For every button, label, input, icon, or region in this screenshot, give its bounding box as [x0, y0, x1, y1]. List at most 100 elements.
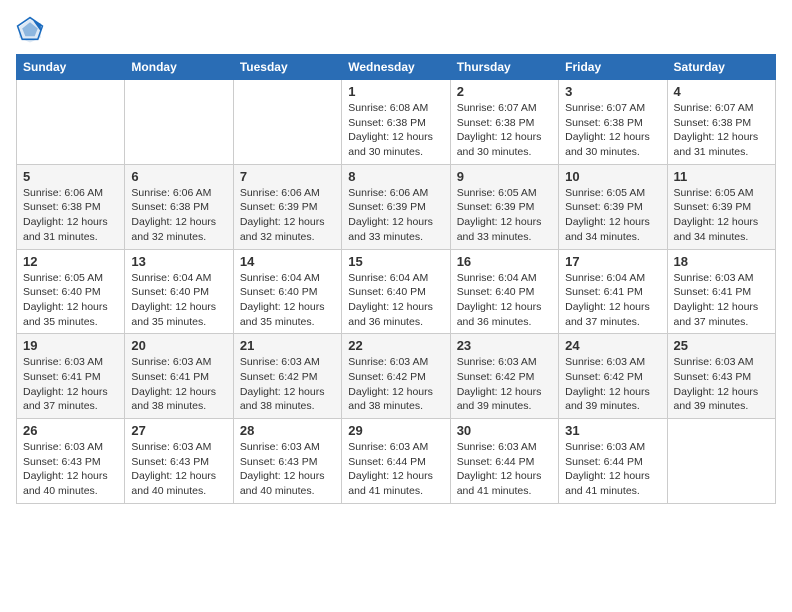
- calendar-cell: 6 Sunrise: 6:06 AMSunset: 6:38 PMDaylight…: [125, 164, 233, 249]
- day-info: Sunrise: 6:03 AMSunset: 6:42 PMDaylight:…: [240, 355, 335, 414]
- calendar-cell: [17, 80, 125, 165]
- day-info: Sunrise: 6:05 AMSunset: 6:39 PMDaylight:…: [674, 186, 769, 245]
- day-info: Sunrise: 6:03 AMSunset: 6:43 PMDaylight:…: [674, 355, 769, 414]
- calendar-cell: 29Sunrise: 6:03 AMSunset: 6:44 PMDayligh…: [342, 419, 450, 504]
- calendar-cell: 31 Sunrise: 6:03 AMSunset: 6:44 PMDayligh…: [559, 419, 667, 504]
- calendar-cell: [233, 80, 341, 165]
- day-number: 17: [565, 254, 660, 269]
- calendar-cell: 21 Sunrise: 6:03 AMSunset: 6:42 PMDayligh…: [233, 334, 341, 419]
- weekday-header-wednesday: Wednesday: [342, 55, 450, 80]
- day-number: 22: [348, 338, 443, 353]
- weekday-header-saturday: Saturday: [667, 55, 775, 80]
- day-info: Sunrise: 6:04 AMSunset: 6:40 PMDaylight:…: [457, 271, 552, 330]
- day-number: 25: [674, 338, 769, 353]
- calendar-cell: 22 Sunrise: 6:03 AMSunset: 6:42 PMDayligh…: [342, 334, 450, 419]
- day-info: Sunrise: 6:04 AMSunset: 6:40 PMDaylight:…: [240, 271, 335, 330]
- calendar-cell: 28Sunrise: 6:03 AMSunset: 6:43 PMDayligh…: [233, 419, 341, 504]
- calendar-cell: 11 Sunrise: 6:05 AMSunset: 6:39 PMDayligh…: [667, 164, 775, 249]
- calendar-cell: 25 Sunrise: 6:03 AMSunset: 6:43 PMDayligh…: [667, 334, 775, 419]
- weekday-header-friday: Friday: [559, 55, 667, 80]
- day-number: 18: [674, 254, 769, 269]
- calendar-cell: 23 Sunrise: 6:03 AMSunset: 6:42 PMDayligh…: [450, 334, 558, 419]
- page-header: [16, 16, 776, 44]
- day-info: Sunrise: 6:03 AMSunset: 6:42 PMDaylight:…: [348, 355, 443, 414]
- calendar-cell: 13Sunrise: 6:04 AMSunset: 6:40 PMDayligh…: [125, 249, 233, 334]
- day-number: 14: [240, 254, 335, 269]
- day-number: 13: [131, 254, 226, 269]
- calendar-cell: [667, 419, 775, 504]
- calendar-cell: 2 Sunrise: 6:07 AMSunset: 6:38 PMDaylight…: [450, 80, 558, 165]
- calendar-cell: 8 Sunrise: 6:06 AMSunset: 6:39 PMDaylight…: [342, 164, 450, 249]
- calendar-cell: 30 Sunrise: 6:03 AMSunset: 6:44 PMDayligh…: [450, 419, 558, 504]
- day-info: Sunrise: 6:06 AMSunset: 6:38 PMDaylight:…: [23, 186, 118, 245]
- day-number: 30: [457, 423, 552, 438]
- calendar-cell: 4 Sunrise: 6:07 AMSunset: 6:38 PMDaylight…: [667, 80, 775, 165]
- day-number: 21: [240, 338, 335, 353]
- day-info: Sunrise: 6:04 AMSunset: 6:40 PMDaylight:…: [348, 271, 443, 330]
- calendar-cell: 19 Sunrise: 6:03 AMSunset: 6:41 PMDayligh…: [17, 334, 125, 419]
- calendar-cell: 5 Sunrise: 6:06 AMSunset: 6:38 PMDaylight…: [17, 164, 125, 249]
- day-number: 6: [131, 169, 226, 184]
- day-info: Sunrise: 6:04 AMSunset: 6:41 PMDaylight:…: [565, 271, 660, 330]
- day-number: 4: [674, 84, 769, 99]
- day-info: Sunrise: 6:03 AMSunset: 6:44 PMDaylight:…: [457, 440, 552, 499]
- day-info: Sunrise: 6:03 AMSunset: 6:43 PMDaylight:…: [240, 440, 335, 499]
- logo-icon: [16, 16, 44, 44]
- day-number: 8: [348, 169, 443, 184]
- day-info: Sunrise: 6:03 AMSunset: 6:41 PMDaylight:…: [23, 355, 118, 414]
- calendar-cell: 10 Sunrise: 6:05 AMSunset: 6:39 PMDayligh…: [559, 164, 667, 249]
- calendar-cell: 1 Sunrise: 6:08 AMSunset: 6:38 PMDaylight…: [342, 80, 450, 165]
- weekday-header-thursday: Thursday: [450, 55, 558, 80]
- weekday-header-row: SundayMondayTuesdayWednesdayThursdayFrid…: [17, 55, 776, 80]
- calendar-cell: 27Sunrise: 6:03 AMSunset: 6:43 PMDayligh…: [125, 419, 233, 504]
- day-info: Sunrise: 6:03 AMSunset: 6:42 PMDaylight:…: [457, 355, 552, 414]
- calendar-header: SundayMondayTuesdayWednesdayThursdayFrid…: [17, 55, 776, 80]
- day-number: 10: [565, 169, 660, 184]
- day-info: Sunrise: 6:06 AMSunset: 6:39 PMDaylight:…: [348, 186, 443, 245]
- calendar-cell: 17 Sunrise: 6:04 AMSunset: 6:41 PMDayligh…: [559, 249, 667, 334]
- day-info: Sunrise: 6:03 AMSunset: 6:42 PMDaylight:…: [565, 355, 660, 414]
- day-info: Sunrise: 6:03 AMSunset: 6:44 PMDaylight:…: [348, 440, 443, 499]
- day-info: Sunrise: 6:05 AMSunset: 6:39 PMDaylight:…: [565, 186, 660, 245]
- day-number: 1: [348, 84, 443, 99]
- calendar-cell: 15 Sunrise: 6:04 AMSunset: 6:40 PMDayligh…: [342, 249, 450, 334]
- day-number: 31: [565, 423, 660, 438]
- calendar-cell: [125, 80, 233, 165]
- calendar-cell: 24 Sunrise: 6:03 AMSunset: 6:42 PMDayligh…: [559, 334, 667, 419]
- calendar-cell: 16Sunrise: 6:04 AMSunset: 6:40 PMDayligh…: [450, 249, 558, 334]
- weekday-header-sunday: Sunday: [17, 55, 125, 80]
- day-number: 15: [348, 254, 443, 269]
- calendar-week-row: 26 Sunrise: 6:03 AMSunset: 6:43 PMDayligh…: [17, 419, 776, 504]
- logo: [16, 16, 48, 44]
- weekday-header-monday: Monday: [125, 55, 233, 80]
- day-info: Sunrise: 6:07 AMSunset: 6:38 PMDaylight:…: [565, 101, 660, 160]
- day-number: 24: [565, 338, 660, 353]
- day-info: Sunrise: 6:03 AMSunset: 6:41 PMDaylight:…: [131, 355, 226, 414]
- day-info: Sunrise: 6:07 AMSunset: 6:38 PMDaylight:…: [674, 101, 769, 160]
- calendar-cell: 3Sunrise: 6:07 AMSunset: 6:38 PMDaylight…: [559, 80, 667, 165]
- day-info: Sunrise: 6:06 AMSunset: 6:39 PMDaylight:…: [240, 186, 335, 245]
- day-number: 2: [457, 84, 552, 99]
- calendar-week-row: 12 Sunrise: 6:05 AMSunset: 6:40 PMDayligh…: [17, 249, 776, 334]
- calendar-table: SundayMondayTuesdayWednesdayThursdayFrid…: [16, 54, 776, 504]
- day-number: 11: [674, 169, 769, 184]
- day-info: Sunrise: 6:07 AMSunset: 6:38 PMDaylight:…: [457, 101, 552, 160]
- calendar-cell: 12 Sunrise: 6:05 AMSunset: 6:40 PMDayligh…: [17, 249, 125, 334]
- day-number: 19: [23, 338, 118, 353]
- day-info: Sunrise: 6:08 AMSunset: 6:38 PMDaylight:…: [348, 101, 443, 160]
- day-number: 27: [131, 423, 226, 438]
- day-info: Sunrise: 6:06 AMSunset: 6:38 PMDaylight:…: [131, 186, 226, 245]
- day-number: 12: [23, 254, 118, 269]
- day-info: Sunrise: 6:05 AMSunset: 6:39 PMDaylight:…: [457, 186, 552, 245]
- day-info: Sunrise: 6:03 AMSunset: 6:44 PMDaylight:…: [565, 440, 660, 499]
- calendar-week-row: 1 Sunrise: 6:08 AMSunset: 6:38 PMDaylight…: [17, 80, 776, 165]
- day-number: 26: [23, 423, 118, 438]
- calendar-week-row: 5 Sunrise: 6:06 AMSunset: 6:38 PMDaylight…: [17, 164, 776, 249]
- day-number: 5: [23, 169, 118, 184]
- day-number: 23: [457, 338, 552, 353]
- calendar-cell: 20Sunrise: 6:03 AMSunset: 6:41 PMDayligh…: [125, 334, 233, 419]
- weekday-header-tuesday: Tuesday: [233, 55, 341, 80]
- day-info: Sunrise: 6:05 AMSunset: 6:40 PMDaylight:…: [23, 271, 118, 330]
- calendar-body: 1 Sunrise: 6:08 AMSunset: 6:38 PMDaylight…: [17, 80, 776, 504]
- day-number: 9: [457, 169, 552, 184]
